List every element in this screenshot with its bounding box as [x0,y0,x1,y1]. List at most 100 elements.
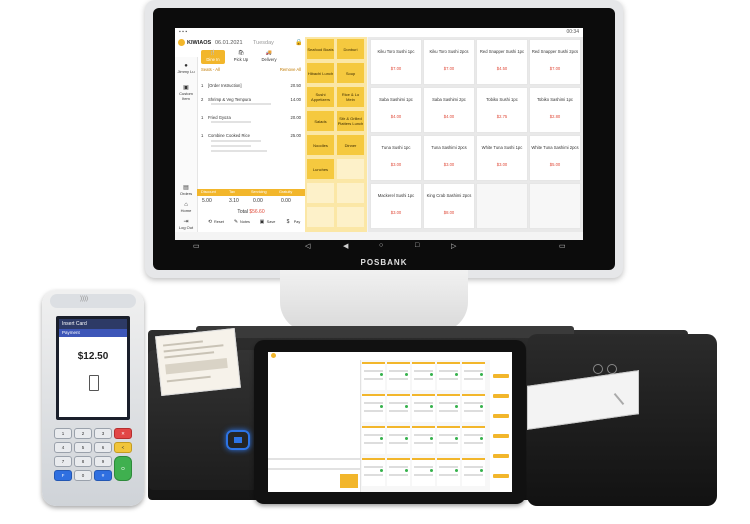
menu-item-price: $3.00 [390,162,402,167]
clear-key[interactable]: < [114,442,132,453]
tablet-order-tile[interactable] [412,458,435,486]
key-5[interactable]: 5 [74,442,92,453]
cancel-key[interactable]: ✕ [114,428,132,439]
camera-icon[interactable]: ▭ [193,242,200,250]
tablet-order-tile[interactable] [362,426,385,454]
menu-item[interactable]: Saba Sashimi 1pc $4.00 [370,87,422,133]
menu-item[interactable]: Mackerel Sushi 1pc $3.00 [370,183,422,229]
category-soup[interactable]: Soup [336,62,365,84]
category-seafood-boats[interactable]: Seafood Boats [306,38,335,60]
key-6[interactable]: 6 [94,442,112,453]
status-dot-icon [480,373,483,376]
order-item-price: 14.00 [290,97,301,102]
tablet-order-tile[interactable] [387,426,410,454]
tab-pick-up[interactable]: 🛍 Pick Up [229,50,253,64]
tablet-order-tile[interactable] [362,362,385,390]
tablet-order-tile[interactable] [387,394,410,422]
category-salads[interactable]: Salads [306,110,335,132]
key-8[interactable]: 8 [74,456,92,467]
tablet-action-button[interactable] [493,374,509,378]
seats-filter[interactable]: Seats - All [201,67,220,72]
key-4[interactable]: 4 [54,442,72,453]
lock-icon[interactable]: 🔒 [295,39,302,46]
menu-item[interactable]: Saba Sashimi 2pc $4.00 [423,87,475,133]
tablet-order-tile[interactable] [387,458,410,486]
order-type-tabs: 🍴 Dine In 🛍 Pick Up 🚚 Delivery [197,50,305,65]
rail-orders[interactable]: ▤ Orders [176,185,196,196]
tablet-order-tile[interactable] [412,426,435,454]
rail-logout[interactable]: ⇥ Log Out [176,219,196,230]
tablet-order-tile[interactable] [462,394,485,422]
category-sushi-appetizers[interactable]: Sushi Appetizers [306,86,335,108]
tablet-order-tile[interactable] [437,458,460,486]
menu-item[interactable]: Red Snapper Sushi 2pcs $7.00 [529,39,581,85]
category-hibachi-lunch[interactable]: Hibachi Lunch [306,62,335,84]
tablet-pay-button[interactable] [340,474,358,488]
back-icon[interactable]: ◀ [343,242,348,250]
menu-item[interactable]: White Tuna Sushi 1pc $3.00 [476,135,528,181]
home-nav-icon[interactable]: ○ [379,242,383,249]
tile-line [464,410,483,412]
screenshot-icon[interactable]: ▭ [559,242,566,250]
menu-item[interactable]: Red Snapper Sushi 1pc $4.50 [476,39,528,85]
enter-key[interactable]: O [114,456,132,481]
tablet-order-tile[interactable] [362,458,385,486]
function-key[interactable]: F [54,470,72,481]
key-7[interactable]: 7 [54,456,72,467]
tablet-order-tile[interactable] [437,362,460,390]
tablet-action-button[interactable] [493,434,509,438]
tablet-action-button[interactable] [493,414,509,418]
menu-item[interactable]: White Tuna Sashimi 2pcs $5.00 [529,135,581,181]
summary-label: Tax [229,190,235,194]
category-lunches[interactable]: Lunches [306,158,335,180]
key-2[interactable]: 2 [74,428,92,439]
rail-custom-item[interactable]: ▣ Custom Item [176,85,196,101]
category-donburi[interactable]: Donburi [336,38,365,60]
key-3[interactable]: 3 [94,428,112,439]
rail-user[interactable]: ● Jimmy Lu [176,63,196,74]
printer-button-icon[interactable] [593,364,603,374]
tab-delivery[interactable]: 🚚 Delivery [257,50,281,64]
volume-up-icon[interactable]: ▷ [451,242,456,250]
category-stir-grilled[interactable]: Stir & Grilled Platters Lunch [336,110,365,132]
tab-dine-in[interactable]: 🍴 Dine In [201,50,225,64]
menu-item[interactable]: Kiku Toro Sushi 1pc $7.00 [370,39,422,85]
tile-line [439,466,458,468]
category-rice-lo-mein[interactable]: Rice & Lo Mein [336,86,365,108]
category-noodles[interactable]: Noodles [306,134,335,156]
tablet-order-tile[interactable] [462,362,485,390]
recents-icon[interactable]: □ [415,242,419,249]
tablet-order-tile[interactable] [437,426,460,454]
tablet-action-button[interactable] [493,394,509,398]
tablet-order-tile[interactable] [462,426,485,454]
tablet-order-tile[interactable] [462,458,485,486]
tablet-order-tile[interactable] [387,362,410,390]
remove-all-button[interactable]: Remove All [280,67,301,72]
tablet-order-tile[interactable] [412,394,435,422]
key-0[interactable]: 0 [74,470,92,481]
menu-item[interactable]: Tuna Sashimi 2pcs $3.00 [423,135,475,181]
delivery-icon: 🚚 [265,50,273,56]
tablet-action-button[interactable] [493,474,509,478]
key-1[interactable]: 1 [54,428,72,439]
pick-up-icon: 🛍 [237,50,245,56]
rail-home[interactable]: ⌂ Home [176,202,196,213]
volume-down-icon[interactable]: ◁ [305,242,310,250]
menu-item[interactable]: Tobiko Sashimi 1pc $2.80 [529,87,581,133]
tablet-order-tile[interactable] [362,394,385,422]
tablet-action-button[interactable] [493,454,509,458]
menu-item[interactable]: Tobiko Sushi 1pc $2.75 [476,87,528,133]
menu-item[interactable]: King Crab Sashimi 2pcs $8.00 [423,183,475,229]
tile-line [464,474,483,476]
key-9[interactable]: 9 [94,456,112,467]
menu-item[interactable]: Kiku Toro Sushi 2pcs $7.00 [423,39,475,85]
order-item-name: Combine Cooked Rice [208,133,250,138]
hash-key[interactable]: # [94,470,112,481]
tablet-header [268,352,512,360]
tablet-order-tile[interactable] [412,362,435,390]
menu-item[interactable]: Tuna Sushi 1pc $3.00 [370,135,422,181]
category-dinner[interactable]: Dinner [336,134,365,156]
power-button-icon[interactable] [226,430,250,450]
tile-line [464,402,483,404]
tablet-order-tile[interactable] [437,394,460,422]
